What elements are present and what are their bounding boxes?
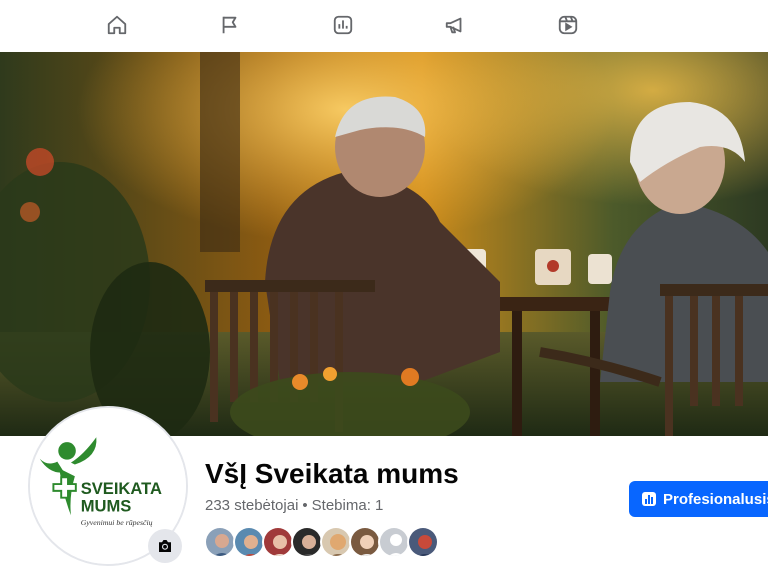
followers-link[interactable]: 233 stebėtojai <box>205 497 298 514</box>
page-stats: 233 stebėtojai • Stebima: 1 <box>205 497 383 514</box>
bar-chart-icon[interactable] <box>330 12 356 38</box>
professional-dashboard-button[interactable]: Profesionalusis v <box>629 481 768 517</box>
following-link[interactable]: Stebima: 1 <box>312 497 384 514</box>
logo-tagline: Gyvenimui be rūpesčių <box>81 518 153 527</box>
page-title: VšĮ Sveikata mums <box>205 458 459 489</box>
stats-separator: • <box>302 497 308 514</box>
follower-avatar[interactable] <box>233 526 265 558</box>
logo-line2: MUMS <box>81 496 132 515</box>
follower-avatar[interactable] <box>349 526 381 558</box>
top-navigation <box>0 0 768 52</box>
logo-line1: SVEIKATA <box>81 479 162 498</box>
follower-avatar[interactable] <box>378 526 410 558</box>
reels-icon[interactable] <box>555 12 581 38</box>
followers-preview <box>204 526 439 558</box>
cover-photo[interactable] <box>0 52 768 436</box>
flag-icon[interactable] <box>217 12 243 38</box>
professional-button-label: Profesionalusis v <box>663 490 768 508</box>
dashboard-icon <box>642 492 656 506</box>
home-icon[interactable] <box>104 12 130 38</box>
change-photo-button[interactable] <box>148 529 182 563</box>
page-root: SVEIKATA MUMS Gyvenimui be rūpesčių VšĮ … <box>0 0 768 583</box>
follower-avatar[interactable] <box>407 526 439 558</box>
megaphone-icon[interactable] <box>442 12 468 38</box>
follower-avatar[interactable] <box>320 526 352 558</box>
follower-avatar[interactable] <box>291 526 323 558</box>
camera-icon <box>159 540 171 552</box>
follower-avatar[interactable] <box>204 526 236 558</box>
follower-avatar[interactable] <box>262 526 294 558</box>
